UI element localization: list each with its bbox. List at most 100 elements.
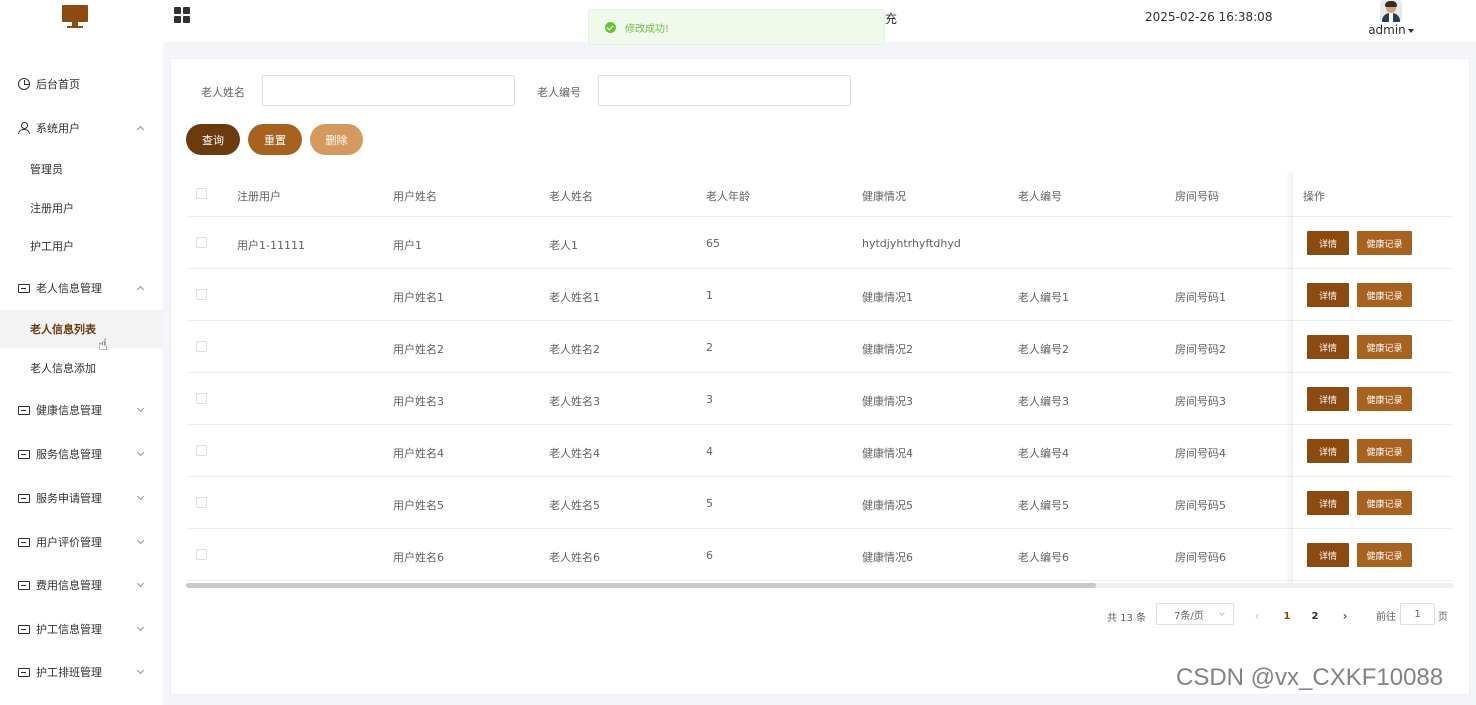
table-row: 用户姓名1 老人姓名1 1 健康情况1 老人编号1 房间号码1 详情 健康记录: [186, 269, 1454, 321]
card-icon: [18, 284, 30, 293]
row-checkbox[interactable]: [196, 393, 207, 404]
chevron-down-icon: [136, 623, 145, 632]
sidebar-item-label: 服务申请管理: [36, 492, 102, 505]
detail-button[interactable]: 详情: [1307, 543, 1349, 567]
table-row: 用户姓名4 老人姓名4 4 健康情况4 老人编号4 房间号码4 详情 健康记录: [186, 425, 1454, 477]
prev-page-icon[interactable]: ‹: [1247, 605, 1267, 627]
cell-room: 房间号码1: [1175, 291, 1226, 304]
user-menu[interactable]: admin: [1368, 0, 1414, 42]
horizontal-scrollbar[interactable]: [186, 583, 1454, 588]
page-number[interactable]: 1: [1277, 605, 1297, 627]
cell-elder-name: 老人1: [549, 239, 578, 252]
sidebar-item-caregiver-schedule[interactable]: 护工排班管理: [0, 650, 163, 694]
reset-button[interactable]: 重置: [248, 124, 302, 155]
cell-room: 房间号码6: [1175, 551, 1226, 564]
grid-icon[interactable]: [174, 7, 190, 23]
sidebar-item-health-info[interactable]: 健康信息管理: [0, 388, 163, 432]
sidebar-item-service-requests[interactable]: 服务申请管理: [0, 476, 163, 520]
cell-age: 4: [706, 445, 713, 458]
query-button[interactable]: 查询: [186, 124, 240, 155]
detail-button[interactable]: 详情: [1307, 283, 1349, 307]
row-checkbox[interactable]: [196, 497, 207, 508]
health-record-button[interactable]: 健康记录: [1357, 283, 1412, 307]
elder-no-input[interactable]: [598, 75, 851, 106]
health-record-button[interactable]: 健康记录: [1357, 439, 1412, 463]
sidebar-item-fees[interactable]: 费用信息管理: [0, 563, 163, 607]
cell-age: 1: [706, 289, 713, 302]
sidebar-subitem-elder-list[interactable]: 老人信息列表: [0, 310, 163, 348]
username[interactable]: admin: [1368, 23, 1414, 37]
table-row: 用户1-11111 用户1 老人1 65 hytdjyhtrhyftdhyd 详…: [186, 217, 1454, 269]
column-header: 健康情况: [862, 190, 906, 203]
cell-room: 房间号码3: [1175, 395, 1226, 408]
detail-button[interactable]: 详情: [1307, 439, 1349, 463]
detail-button[interactable]: 详情: [1307, 231, 1349, 255]
next-page-icon[interactable]: ›: [1335, 605, 1355, 627]
scrollbar-thumb[interactable]: [186, 583, 1096, 588]
sidebar-subitem-registered-users[interactable]: 注册用户: [0, 189, 163, 227]
user-icon: [18, 122, 30, 134]
detail-button[interactable]: 详情: [1307, 491, 1349, 515]
sidebar-item-user-reviews[interactable]: 用户评价管理: [0, 520, 163, 564]
page-number[interactable]: 2: [1305, 605, 1325, 627]
header-datetime: 2025-02-26 16:38:08: [1145, 10, 1273, 24]
sidebar-item-service-info[interactable]: 服务信息管理: [0, 432, 163, 476]
column-header: 老人编号: [1018, 190, 1062, 203]
cell-health: 健康情况4: [862, 447, 913, 460]
column-header: 老人姓名: [549, 190, 593, 203]
cell-elder-no: 老人编号4: [1018, 447, 1069, 460]
cell-reg-user: 用户1-11111: [237, 239, 305, 252]
health-record-button[interactable]: 健康记录: [1357, 335, 1412, 359]
sidebar-subitem-label: 管理员: [30, 163, 63, 176]
cell-elder-name: 老人姓名5: [549, 499, 600, 512]
delete-button[interactable]: 删除: [310, 124, 363, 155]
select-all-checkbox[interactable]: [196, 188, 207, 199]
sidebar-item-system-users[interactable]: 系统用户: [0, 106, 163, 150]
toast-message: 修改成功!: [625, 23, 670, 35]
health-record-button[interactable]: 健康记录: [1357, 387, 1412, 411]
cell-elder-name: 老人姓名3: [549, 395, 600, 408]
cell-room: 房间号码4: [1175, 447, 1226, 460]
sidebar-subitem-label: 老人信息添加: [30, 362, 96, 375]
row-checkbox[interactable]: [196, 289, 207, 300]
main-content: 老人姓名 老人编号 查询 重置 删除 注册用户 用户姓名 老人姓名 老人年龄 健…: [170, 58, 1470, 695]
health-record-button[interactable]: 健康记录: [1357, 231, 1412, 255]
row-checkbox[interactable]: [196, 237, 207, 248]
cell-user-name: 用户姓名6: [393, 551, 444, 564]
sidebar-item-home[interactable]: 后台首页: [0, 62, 163, 106]
health-record-button[interactable]: 健康记录: [1357, 543, 1412, 567]
chevron-down-icon: [136, 448, 145, 457]
chevron-down-icon: [136, 492, 145, 501]
row-checkbox[interactable]: [196, 341, 207, 352]
cell-health: 健康情况1: [862, 291, 913, 304]
health-record-button[interactable]: 健康记录: [1357, 491, 1412, 515]
elder-name-input[interactable]: [262, 75, 515, 106]
sidebar-item-label: 服务信息管理: [36, 448, 102, 461]
sidebar-item-label: 护工排班管理: [36, 666, 102, 679]
cell-elder-name: 老人姓名2: [549, 343, 600, 356]
clock-icon: [18, 78, 30, 90]
row-checkbox[interactable]: [196, 445, 207, 456]
detail-button[interactable]: 详情: [1307, 387, 1349, 411]
page-size-select[interactable]: 7条/页: [1156, 603, 1234, 625]
monitor-icon: [62, 5, 88, 29]
row-checkbox[interactable]: [196, 549, 207, 560]
cell-elder-no: 老人编号2: [1018, 343, 1069, 356]
detail-button[interactable]: 详情: [1307, 335, 1349, 359]
sidebar-subitem-admin[interactable]: 管理员: [0, 150, 163, 188]
sidebar-subitem-elder-add[interactable]: 老人信息添加: [0, 349, 163, 387]
sidebar-item-label: 老人信息管理: [36, 282, 102, 295]
cell-health: 健康情况2: [862, 343, 913, 356]
sidebar-subitem-caregiver-users[interactable]: 护工用户: [0, 227, 163, 265]
cell-user-name: 用户姓名3: [393, 395, 444, 408]
goto-suffix: 页: [1438, 612, 1448, 623]
sidebar-item-caregiver-info[interactable]: 护工信息管理: [0, 607, 163, 651]
cell-health: 健康情况3: [862, 395, 913, 408]
cell-user-name: 用户1: [393, 239, 422, 252]
cell-age: 6: [706, 549, 713, 562]
table-header: 注册用户 用户姓名 老人姓名 老人年龄 健康情况 老人编号 房间号码 操作: [186, 172, 1454, 217]
goto-page-input[interactable]: [1400, 603, 1435, 625]
sidebar-item-elder-info[interactable]: 老人信息管理: [0, 266, 163, 310]
card-icon: [18, 450, 30, 459]
cell-health: 健康情况5: [862, 499, 913, 512]
